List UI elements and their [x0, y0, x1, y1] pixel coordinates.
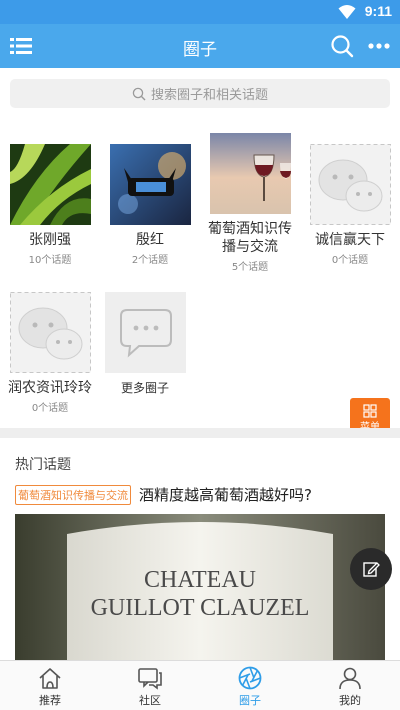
tab-label: 社区	[139, 694, 161, 707]
grid-icon	[363, 404, 377, 418]
circle-name: 润农资讯玲玲	[8, 380, 92, 396]
person-icon	[339, 667, 361, 690]
circle-avatar	[109, 144, 191, 225]
home-icon	[39, 668, 61, 689]
circle-item-yinhong[interactable]: 殷红 2个话题	[103, 144, 197, 266]
more-circles-label: 更多圈子	[120, 381, 169, 395]
more-circles-thumb	[104, 292, 186, 373]
tab-recommend[interactable]: 推荐	[0, 661, 100, 710]
hot-topic-item[interactable]: 葡萄酒知识传播与交流 酒精度越高葡萄酒越好吗?	[15, 484, 387, 505]
chat-bubbles-icon	[138, 668, 162, 690]
circle-name: 张刚强	[29, 232, 71, 248]
section-divider	[0, 428, 400, 438]
circle-item-chengxin[interactable]: 诚信赢天下 0个话题	[303, 144, 397, 266]
circles-page: 9:11 圈子 搜索圈子和相关话题 张刚强 10个话题 殷红 2个话题 葡萄酒知…	[0, 0, 400, 710]
circle-topic-count: 2个话题	[131, 255, 169, 266]
circle-item-runnong[interactable]: 润农资讯玲玲 0个话题	[3, 292, 97, 414]
circle-avatar	[209, 133, 291, 214]
hot-topics-heading: 热门话题	[15, 457, 71, 473]
tab-label: 圈子	[239, 694, 261, 707]
search-icon[interactable]	[330, 34, 354, 58]
wifi-icon	[338, 5, 356, 19]
circle-avatar	[9, 144, 91, 225]
circle-topic-count: 0个话题	[31, 403, 69, 414]
circle-name: 诚信赢天下	[315, 232, 385, 248]
app-bar: 圈子	[0, 24, 400, 68]
speech-bubble-icon	[104, 292, 186, 373]
circle-topic-count: 10个话题	[28, 255, 72, 266]
search-small-icon	[132, 87, 146, 100]
circle-item-wine-knowledge[interactable]: 葡萄酒知识传播与交流 5个话题	[203, 133, 297, 273]
tab-mine[interactable]: 我的	[300, 661, 400, 710]
search-input[interactable]: 搜索圈子和相关话题	[10, 79, 390, 108]
circle-avatar	[309, 144, 391, 225]
circle-name: 葡萄酒知识传播与交流	[208, 221, 292, 255]
edit-icon	[363, 562, 380, 577]
topic-image[interactable]: CHATEAU GUILLOT CLAUZEL	[15, 514, 385, 660]
circle-topic-count: 0个话题	[331, 255, 369, 266]
topic-circle-tag[interactable]: 葡萄酒知识传播与交流	[15, 484, 131, 505]
bottom-tab-bar: 推荐 社区 圈子 我的	[0, 660, 400, 710]
wine-label-line-2: GUILLOT CLAUZEL	[90, 595, 310, 621]
compose-button[interactable]	[350, 548, 392, 590]
more-circles-button[interactable]: 更多圈子	[98, 292, 192, 397]
status-bar: 9:11	[0, 0, 400, 24]
topic-title: 酒精度越高葡萄酒越好吗?	[139, 486, 312, 504]
tab-label: 推荐	[39, 694, 61, 707]
wine-label-line-1: CHATEAU	[144, 567, 256, 593]
status-time: 9:11	[364, 3, 392, 19]
circle-avatar	[9, 292, 91, 373]
more-options-icon[interactable]	[368, 34, 390, 58]
search-placeholder: 搜索圈子和相关话题	[150, 88, 268, 103]
circle-name: 殷红	[136, 232, 164, 248]
tab-circles[interactable]: 圈子	[200, 661, 300, 710]
circle-item-zhanggangqiang[interactable]: 张刚强 10个话题	[3, 144, 97, 266]
tab-community[interactable]: 社区	[100, 661, 200, 710]
tab-label: 我的	[339, 694, 361, 707]
aperture-icon	[238, 666, 262, 690]
circle-topic-count: 5个话题	[231, 262, 269, 273]
